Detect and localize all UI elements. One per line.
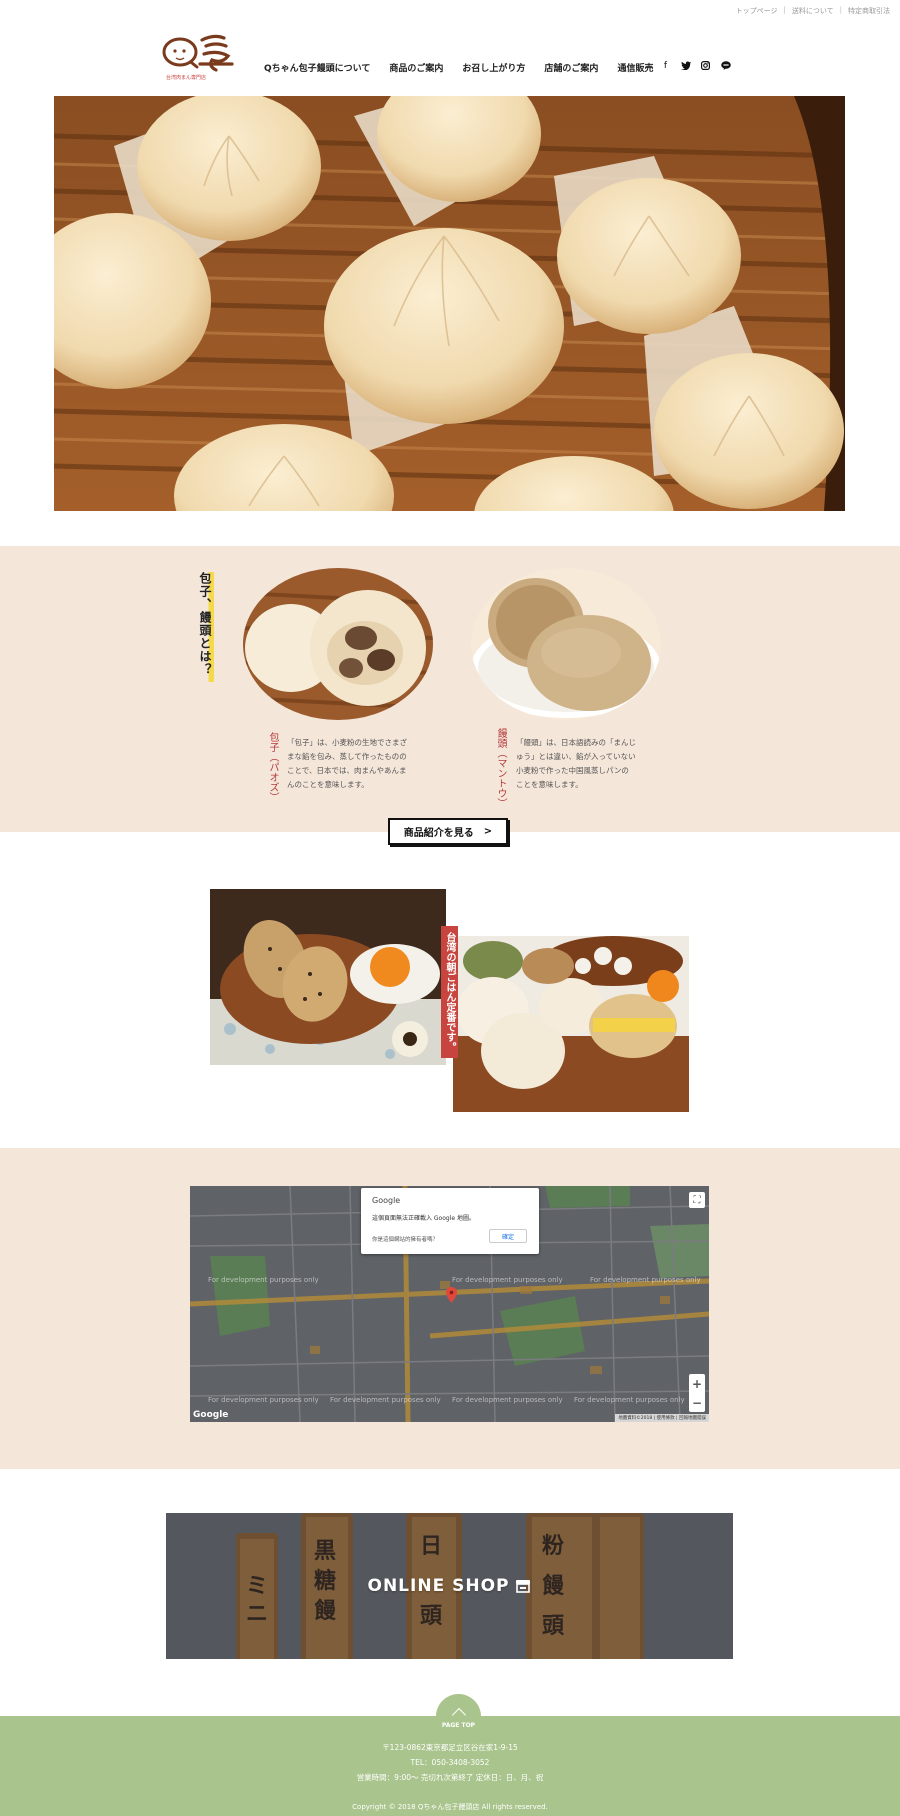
shop-icon — [516, 1580, 531, 1593]
page: トップページ | 送料について | 特定商取引法 台湾肉まん専門店 Qちゃん包子… — [0, 0, 900, 1816]
chevron-right-icon: > — [483, 826, 493, 837]
map-dev-watermark: For development purposes only — [208, 1396, 319, 1404]
baozi-description: 「包子」は、小麦粉の生地でさまざまな餡を包み、蒸して作ったもののことで、日本では… — [287, 738, 407, 789]
instagram-icon[interactable] — [700, 61, 711, 73]
map-dev-watermark: For development purposes only — [574, 1396, 685, 1404]
link-shipping[interactable]: 送料について — [792, 6, 834, 16]
map-error-dialog: Google 這個頁面無法正確載入 Google 地圖。 你是這個網站的擁有者嗎… — [361, 1188, 539, 1254]
link-legal[interactable]: 特定商取引法 — [848, 6, 890, 16]
map-dev-watermark: For development purposes only — [452, 1276, 563, 1284]
link-top-page[interactable]: トップページ — [736, 6, 778, 16]
zoom-in-button[interactable]: + — [692, 1377, 702, 1391]
map-zoom-control: + − — [689, 1374, 705, 1412]
map-dev-watermark: For development purposes only — [590, 1276, 701, 1284]
map-dev-watermark: For development purposes only — [452, 1396, 563, 1404]
hero-image — [54, 96, 845, 511]
separator: | — [839, 6, 842, 14]
map-dialog-question: 你是這個網站的擁有者嗎？ — [372, 1237, 439, 1243]
breakfast-photo-1 — [210, 889, 446, 1065]
page-top-button[interactable]: PAGE TOP — [436, 1694, 481, 1739]
nav-mail-order[interactable]: 通信販売 — [617, 61, 653, 74]
map-dev-watermark: For development purposes only — [330, 1396, 441, 1404]
view-products-button[interactable]: 商品紹介を見る > — [388, 818, 508, 845]
fullscreen-icon[interactable]: ⛶ — [689, 1192, 705, 1208]
footer-copyright: Copyright © 2018 Qちゃん包子饅頭店 All rights re… — [352, 1803, 548, 1811]
map-dialog-ok-button[interactable]: 確定 — [489, 1229, 527, 1243]
breakfast-photo-2 — [453, 936, 689, 1112]
twitter-icon[interactable] — [680, 61, 691, 73]
google-map[interactable]: For development purposes only For develo… — [190, 1186, 709, 1422]
line-icon[interactable] — [720, 61, 731, 73]
utility-links: トップページ | 送料について | 特定商取引法 — [736, 6, 890, 16]
mantou-description: 「饅頭」は、日本語読みの「まんじゅう」とは違い、餡が入っていない小麦粉で作った中… — [516, 738, 636, 789]
main-nav: Qちゃん包子饅頭について 商品のご案内 お召し上がり方 店舗のご案内 通信販売 — [264, 61, 653, 74]
baozi-label: 包子（パオズ） — [267, 732, 278, 802]
chevron-up-icon — [451, 1707, 466, 1723]
facebook-icon[interactable]: f — [660, 61, 671, 73]
mantou-photo — [471, 568, 661, 720]
map-attribution[interactable]: 地圖資料©2018 | 使用條款 | 回報地圖錯誤 — [615, 1414, 709, 1422]
logo-subtitle: 台湾肉まん専門店 — [166, 74, 206, 81]
separator: | — [783, 6, 786, 14]
footer-address: 〒123-0862東京都足立区谷在家1-9-15 — [382, 1743, 518, 1752]
nav-about[interactable]: Qちゃん包子饅頭について — [264, 61, 370, 74]
footer-tel: TEL：050-3408-3052 — [410, 1758, 490, 1767]
footer-hours: 営業時間：9:00～ 売切れ次第終了 定休日：日、月、祝 — [356, 1773, 544, 1782]
site-logo[interactable]: 台湾肉まん専門店 — [162, 30, 234, 82]
map-dev-watermark: For development purposes only — [208, 1276, 319, 1284]
mantou-label: 饅頭（マントウ） — [495, 728, 506, 808]
zoom-out-button[interactable]: − — [692, 1396, 702, 1410]
map-pin-icon[interactable] — [446, 1287, 457, 1303]
nav-store[interactable]: 店舗のご案内 — [544, 61, 598, 74]
google-logo: Google — [193, 1410, 229, 1420]
online-shop-banner[interactable]: ミニ 黒糖饅 日頭 粉饅頭 ONLINE SHOP — [166, 1513, 733, 1659]
online-shop-label: ONLINE SHOP — [367, 1576, 510, 1596]
about-section — [0, 546, 900, 832]
map-dialog-message: 這個頁面無法正確載入 Google 地圖。 — [372, 1215, 475, 1222]
nav-how-to-eat[interactable]: お召し上がり方 — [462, 61, 525, 74]
map-dialog-title: Google — [372, 1196, 401, 1205]
about-title: 包子、饅頭とは？ — [198, 572, 214, 682]
view-products-label: 商品紹介を見る — [403, 828, 474, 839]
baozi-photo — [243, 568, 433, 720]
social-links: f — [660, 61, 731, 73]
page-top-label: PAGE TOP — [441, 1722, 476, 1729]
online-shop-label-wrap: ONLINE SHOP — [166, 1513, 733, 1659]
nav-products[interactable]: 商品のご案内 — [389, 61, 443, 74]
breakfast-label: 台湾の朝ごはん定番です。 — [441, 926, 458, 1058]
